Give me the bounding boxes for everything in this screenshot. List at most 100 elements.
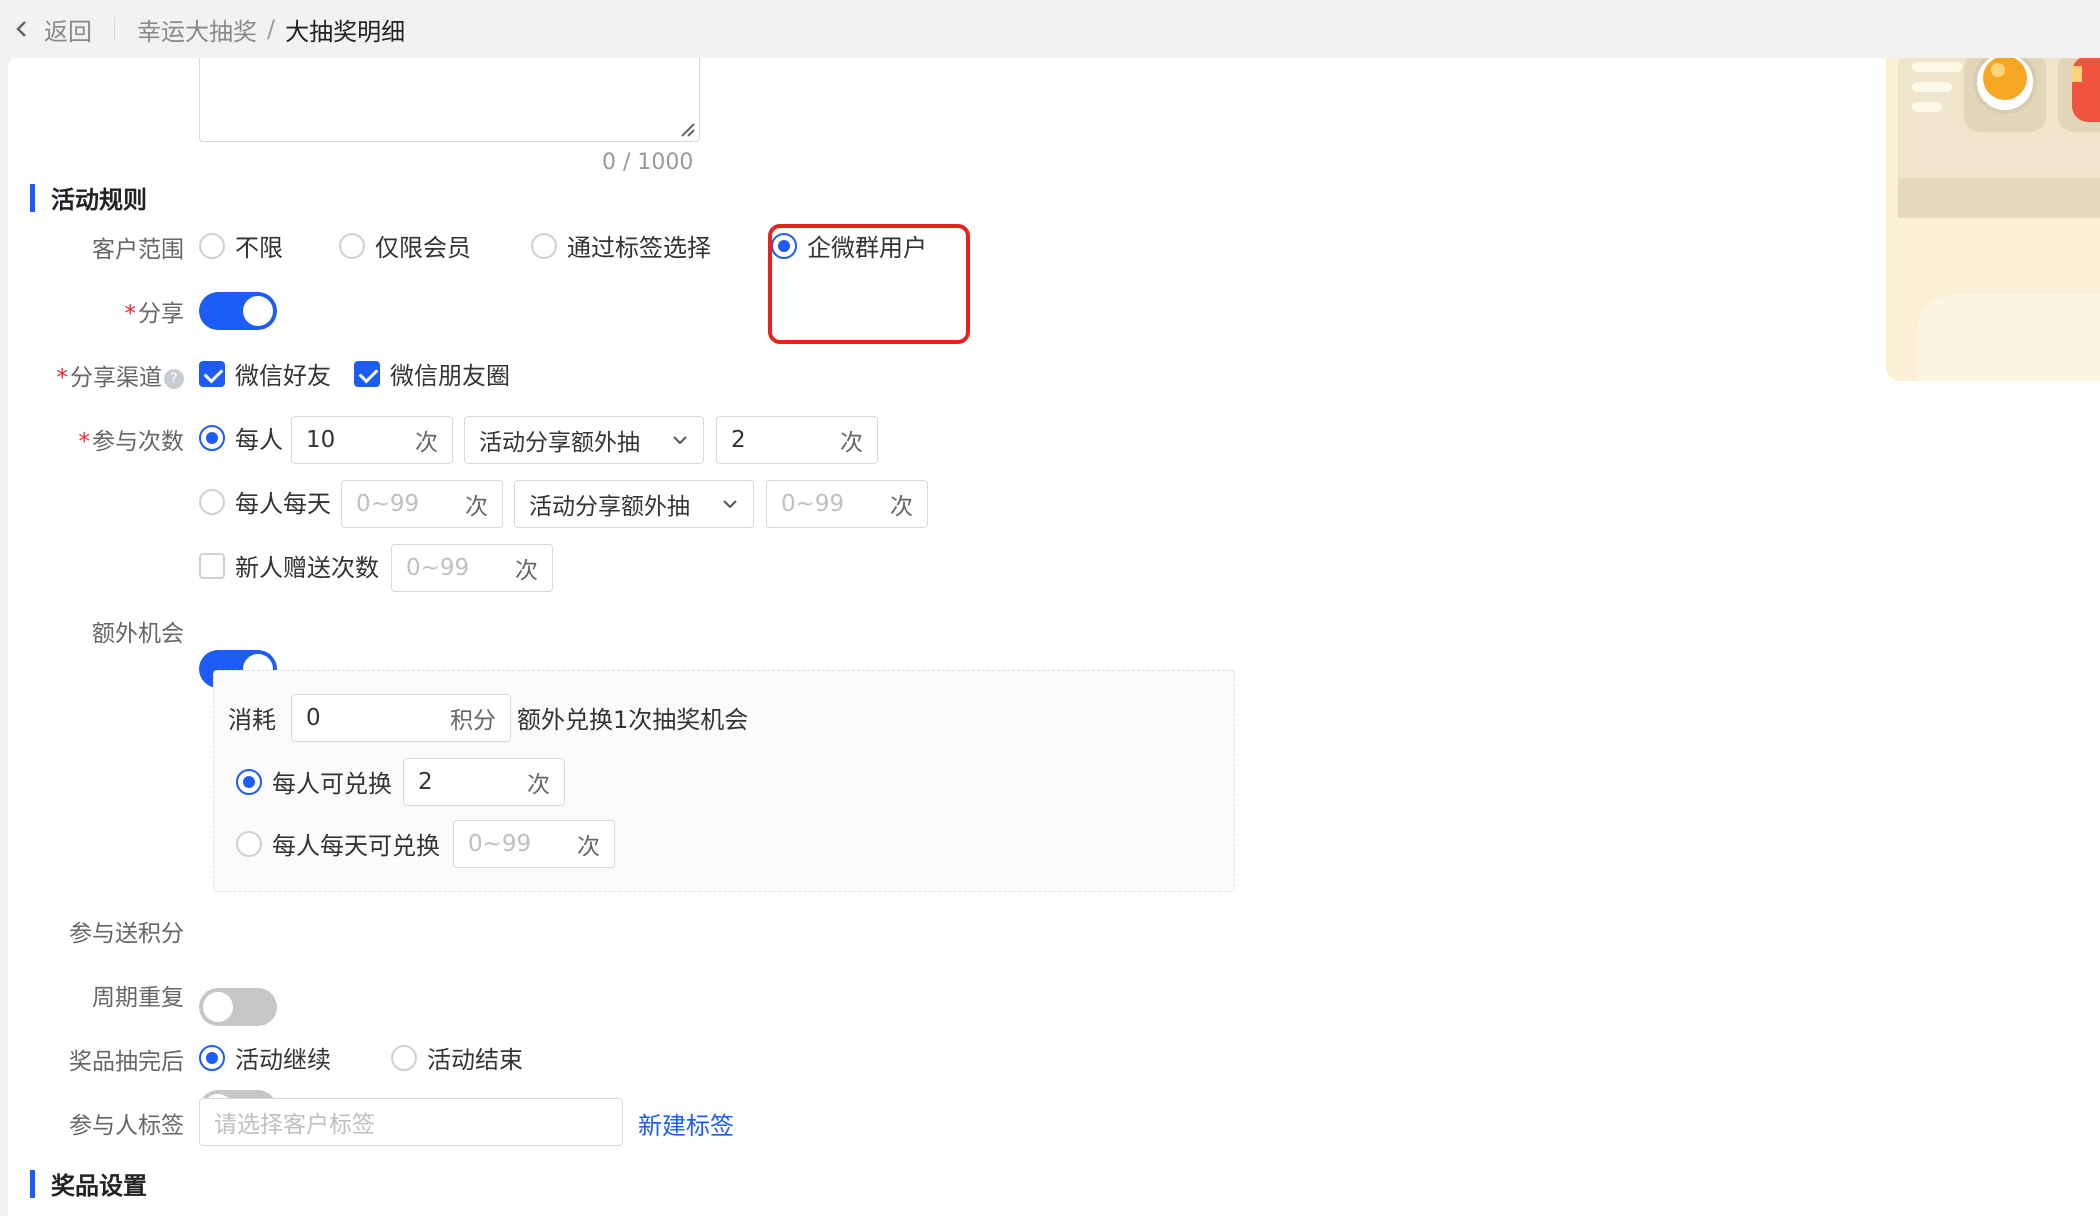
chevron-down-icon <box>673 436 687 445</box>
per-person-daily-extra-count-input[interactable]: 0~99 次 <box>766 480 928 528</box>
option-label: 通过标签选择 <box>567 234 711 262</box>
after-prizes-option-continue[interactable]: 活动继续 <box>199 1040 331 1075</box>
chevron-down-icon <box>723 500 737 509</box>
participation-per-person-daily-radio[interactable]: 每人每天 <box>199 484 331 519</box>
input-placeholder: 0~99 <box>356 491 420 517</box>
after-prizes-label: 奖品抽完后 <box>14 1042 184 1076</box>
activity-preview-image <box>1886 58 2100 381</box>
per-person-extra-count-input[interactable]: 2 次 <box>716 416 878 464</box>
participation-label-text: 参与次数 <box>92 429 184 455</box>
section-accent-bar <box>30 183 35 212</box>
exchange-per-person-radio[interactable]: 每人可兑换 <box>236 764 392 799</box>
unit-suffix: 次 <box>890 494 913 520</box>
required-mark: * <box>78 429 91 455</box>
divider <box>114 17 115 41</box>
description-textarea[interactable] <box>199 58 700 142</box>
share-toggle[interactable] <box>199 292 277 330</box>
radio-icon-selected <box>199 1044 225 1071</box>
newbie-bonus-checkbox[interactable]: 新人赠送次数 <box>199 548 379 583</box>
highlight-annotation-box <box>768 224 970 344</box>
select-value: 活动分享额外抽 <box>479 430 640 456</box>
join-points-label: 参与送积分 <box>14 914 184 948</box>
extra-chance-label: 额外机会 <box>14 614 184 648</box>
newbie-bonus-input[interactable]: 0~99 次 <box>391 544 553 592</box>
customer-scope-label-text: 客户范围 <box>92 237 184 263</box>
option-label: 每人每天 <box>235 490 331 518</box>
option-label: 每人 <box>235 426 283 454</box>
consume-description: 额外兑换1次抽奖机会 <box>517 706 749 734</box>
breadcrumb-current: 大抽奖明细 <box>285 17 406 46</box>
join-points-toggle[interactable] <box>199 988 277 1026</box>
option-label: 每人每天可兑换 <box>272 832 440 860</box>
consume-label: 消耗 <box>228 706 276 734</box>
resize-handle-icon[interactable] <box>679 121 695 137</box>
period-repeat-label-text: 周期重复 <box>92 985 184 1011</box>
unit-suffix: 次 <box>840 430 863 456</box>
after-prizes-option-end[interactable]: 活动结束 <box>391 1040 523 1075</box>
unit-suffix: 次 <box>515 558 538 584</box>
help-icon[interactable]: ? <box>164 369 184 389</box>
option-label: 活动继续 <box>235 1046 331 1074</box>
per-person-daily-extra-select[interactable]: 活动分享额外抽 <box>514 480 754 528</box>
breadcrumb-separator: / <box>267 15 276 43</box>
back-label: 返回 <box>44 17 92 46</box>
section-title-text: 活动规则 <box>51 186 147 214</box>
exchange-per-person-daily-radio[interactable]: 每人每天可兑换 <box>236 826 440 861</box>
unit-suffix: 次 <box>577 834 600 860</box>
exchange-per-person-daily-input[interactable]: 0~99 次 <box>453 820 615 868</box>
new-tag-link[interactable]: 新建标签 <box>638 1106 734 1141</box>
participant-tags-label: 参与人标签 <box>14 1106 184 1140</box>
option-label: 微信朋友圈 <box>390 362 510 390</box>
participation-per-person-radio[interactable]: 每人 <box>199 420 283 455</box>
option-label: 仅限会员 <box>375 234 471 262</box>
unit-suffix: 积分 <box>450 708 496 734</box>
per-person-count-input[interactable]: 10 次 <box>291 416 453 464</box>
option-label: 每人可兑换 <box>272 770 392 798</box>
checkbox-checked-icon <box>199 360 225 387</box>
radio-icon <box>236 830 262 857</box>
exchange-per-person-input[interactable]: 2 次 <box>403 758 565 806</box>
share-channel-wechat-moments[interactable]: 微信朋友圈 <box>354 356 510 391</box>
customer-scope-label: 客户范围 <box>14 230 184 264</box>
consume-points-input[interactable]: 0 积分 <box>291 694 511 742</box>
share-channels-label-text: 分享渠道 <box>70 365 162 391</box>
per-person-daily-count-input[interactable]: 0~99 次 <box>341 480 503 528</box>
checkbox-icon <box>199 552 225 579</box>
radio-icon <box>199 232 225 259</box>
join-points-label-text: 参与送积分 <box>69 921 184 947</box>
per-person-extra-select[interactable]: 活动分享额外抽 <box>464 416 704 464</box>
radio-icon-selected <box>199 424 225 451</box>
period-repeat-label: 周期重复 <box>14 978 184 1012</box>
required-mark: * <box>124 301 137 327</box>
radio-icon-selected <box>236 768 262 795</box>
radio-icon <box>199 488 225 515</box>
customer-scope-option-members[interactable]: 仅限会员 <box>339 228 471 263</box>
back-button[interactable]: 返回 <box>14 12 92 47</box>
top-bar: 返回 幸运大抽奖 / 大抽奖明细 <box>0 0 2100 58</box>
input-placeholder: 请选择客户标签 <box>214 1112 375 1138</box>
input-placeholder: 0~99 <box>468 831 532 857</box>
breadcrumb-parent[interactable]: 幸运大抽奖 <box>137 12 257 47</box>
customer-scope-option-tags[interactable]: 通过标签选择 <box>531 228 711 263</box>
chevron-left-icon <box>16 21 26 37</box>
unit-suffix: 次 <box>415 430 438 456</box>
share-channel-wechat-friends[interactable]: 微信好友 <box>199 356 331 391</box>
radio-icon <box>531 232 557 259</box>
customer-scope-option-unlimited[interactable]: 不限 <box>199 228 283 263</box>
participant-tags-input[interactable]: 请选择客户标签 <box>199 1098 623 1146</box>
option-label: 不限 <box>235 234 283 262</box>
section-accent-bar <box>30 1169 35 1198</box>
checkbox-checked-icon <box>354 360 380 387</box>
extra-chance-label-text: 额外机会 <box>92 621 184 647</box>
section-title-text: 奖品设置 <box>51 1172 147 1200</box>
input-value: 10 <box>306 427 336 453</box>
unit-suffix: 次 <box>465 494 488 520</box>
required-mark: * <box>56 365 69 391</box>
after-prizes-label-text: 奖品抽完后 <box>69 1049 184 1075</box>
toggle-knob <box>203 992 233 1022</box>
option-label: 活动结束 <box>427 1046 523 1074</box>
option-label: 微信好友 <box>235 362 331 390</box>
section-title-rules: 活动规则 <box>30 180 147 215</box>
radio-icon <box>339 232 365 259</box>
input-placeholder: 0~99 <box>406 555 470 581</box>
